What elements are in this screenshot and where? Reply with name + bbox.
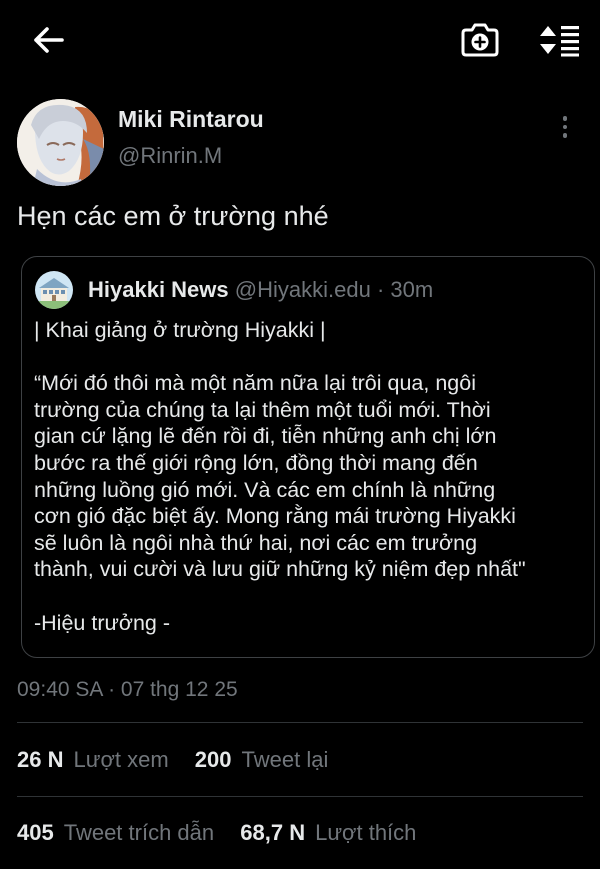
quoted-tweet-line: bước ra thế giới rộng lớn, đồng thời man… [34,450,478,475]
author-handle[interactable]: @Rinrin.M [118,143,222,169]
quoted-tweet-text: | Khai giảng ở trường Hiyakki | “Mới đó … [34,317,584,636]
divider [17,796,583,797]
school-building-icon [35,271,73,309]
quoted-tweet-line: “Mới đó thôi mà một năm nữa lại trôi qua… [34,371,476,396]
quoted-tweet-line: thành, vui cười và lưu giữ những kỷ niệm… [34,557,526,582]
quoted-tweet-line: -Hiệu trưởng - [34,610,171,635]
retweets-count: 200 [194,747,232,772]
quoted-tweet-avatar [35,271,73,309]
quotes-stat[interactable]: 405 Tweet trích dẫn [17,820,214,846]
quoted-tweet-line: gian cứ lặng lẽ đến rồi đi, tiễn những a… [34,424,497,449]
more-options-button[interactable] [552,112,578,142]
quoted-tweet-line: những luồng gió mới. Và các em chính là … [34,477,496,502]
quoted-tweet-line: cơn gió đặc biệt ấy. Mong rằng mái trườn… [34,504,516,529]
likes-stat[interactable]: 68,7 N Lượt thích [240,820,416,846]
quoted-tweet-line: sẽ luôn là ngôi nhà thứ hai, nơi các em … [34,530,478,555]
quotes-label: Tweet trích dẫn [63,820,215,845]
quoted-tweet-line: trường của chúng ta lại thêm một tuổi mớ… [34,397,491,422]
quoted-tweet-line-blank [34,344,584,371]
tweet-timestamp: 09:40 SA · 07 thg 12 25 [17,678,238,701]
quoted-tweet-handle[interactable]: @Hiyakki.edu [235,277,371,302]
retweets-stat[interactable]: 200 Tweet lại [195,747,329,773]
more-vertical-icon [562,116,568,121]
quoted-tweet-header: Hiyakki News @Hiyakki.edu · 30m [88,276,433,304]
top-bar [0,0,600,80]
anime-avatar-image [17,99,104,186]
quoted-tweet-line-blank [34,583,584,610]
quoted-tweet-display-name[interactable]: Hiyakki News [88,277,229,302]
camera-button[interactable] [458,18,502,62]
retweets-label: Tweet lại [241,747,329,772]
views-label: Lượt xem [73,747,169,772]
views-stat[interactable]: 26 N Lượt xem [17,747,169,773]
camera-plus-icon [461,23,499,57]
more-vertical-icon-dot [562,124,568,130]
quoted-tweet-time: 30m [390,277,434,302]
more-vertical-icon-dot [562,133,568,138]
quoted-tweet-line: | Khai giảng ở trường Hiyakki | [34,318,326,342]
tweet-text: Hẹn các em ở trường nhé [17,201,329,231]
likes-count: 68,7 N [240,820,306,845]
sort-button[interactable] [535,18,585,62]
author-avatar[interactable] [17,99,104,186]
arrow-left-icon [34,27,64,53]
stats-row-views-retweets: 26 N Lượt xem 200 Tweet lại [17,747,348,773]
likes-label: Lượt thích [315,820,417,845]
stats-row-quotes-likes: 405 Tweet trích dẫn 68,7 N Lượt thích [17,820,436,846]
divider [17,722,583,723]
author-display-name[interactable]: Miki Rintarou [118,106,264,133]
sort-lines-icon [540,26,579,57]
quoted-tweet-card[interactable]: Hiyakki News @Hiyakki.edu · 30m | Khai g… [21,256,595,658]
quoted-tweet-separator: · [376,277,385,302]
quotes-count: 405 [17,820,54,845]
views-count: 26 N [17,747,64,772]
back-button[interactable] [28,22,68,58]
